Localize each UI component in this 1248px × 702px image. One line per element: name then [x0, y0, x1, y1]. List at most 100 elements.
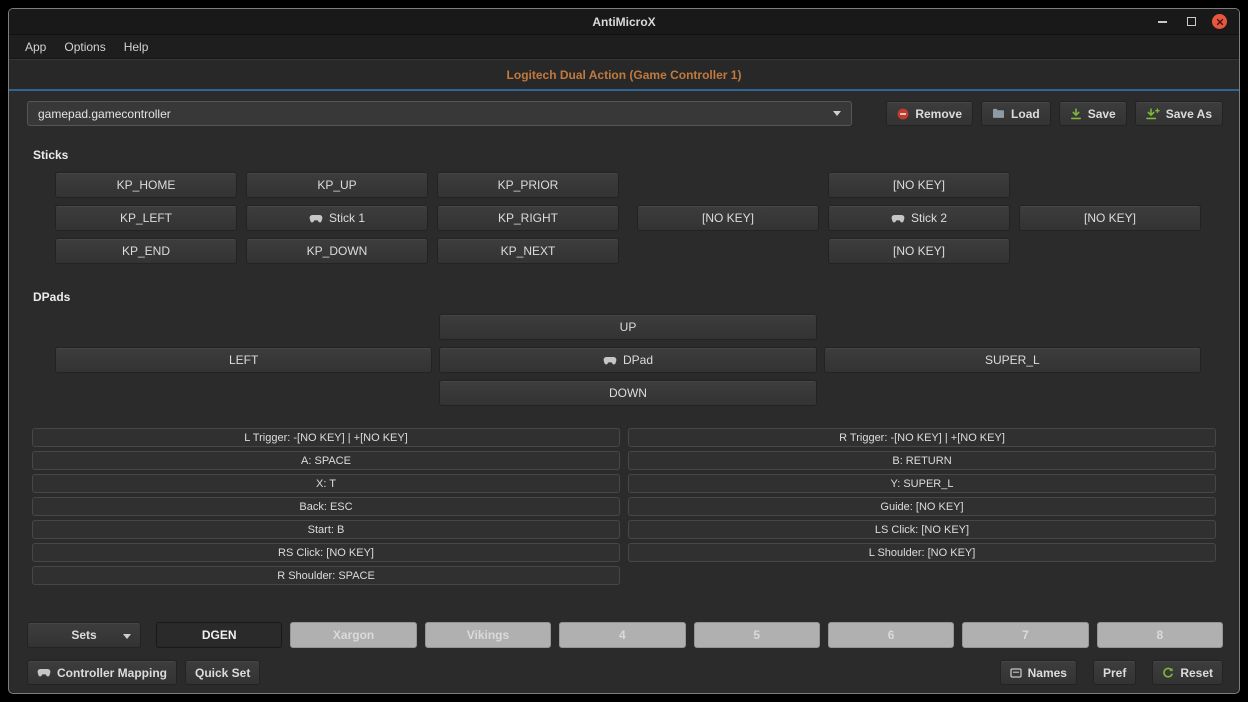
- stick1-down-left-button[interactable]: KP_END: [55, 238, 237, 264]
- button-mapping-list: L Trigger: -[NO KEY] | +[NO KEY] A: SPAC…: [9, 428, 1239, 585]
- titlebar[interactable]: AntiMicroX: [9, 9, 1239, 35]
- gamepad-icon: [37, 668, 51, 677]
- stick2-up-button[interactable]: [NO KEY]: [828, 172, 1010, 198]
- dpad-grid: UP LEFT DPad SUPER_L DOWN: [55, 314, 1201, 406]
- x-button[interactable]: X: T: [32, 474, 620, 493]
- remove-icon: [897, 108, 909, 120]
- stick1-up-right-button[interactable]: KP_PRIOR: [437, 172, 619, 198]
- l-trigger-button[interactable]: L Trigger: -[NO KEY] | +[NO KEY]: [32, 428, 620, 447]
- close-button[interactable]: [1212, 14, 1227, 29]
- ls-click-button[interactable]: LS Click: [NO KEY]: [628, 520, 1216, 539]
- profile-combobox[interactable]: gamepad.gamecontroller: [27, 101, 852, 126]
- chevron-down-icon: [123, 634, 131, 639]
- profile-combobox-value: gamepad.gamecontroller: [38, 107, 171, 121]
- sticks-grid: KP_HOME KP_UP KP_PRIOR [NO KEY] KP_LEFT …: [55, 172, 1201, 264]
- load-button-label: Load: [1011, 107, 1040, 121]
- chevron-down-icon: [833, 111, 841, 116]
- bottom-right-group: Names Pref Reset: [1000, 660, 1223, 685]
- a-button[interactable]: A: SPACE: [32, 451, 620, 470]
- maximize-icon: [1187, 17, 1196, 26]
- controller-mapping-label: Controller Mapping: [57, 666, 167, 680]
- dpad-button-label: DPad: [623, 353, 653, 367]
- b-button[interactable]: B: RETURN: [628, 451, 1216, 470]
- quick-set-label: Quick Set: [195, 666, 250, 680]
- folder-icon: [992, 108, 1005, 119]
- y-button[interactable]: Y: SUPER_L: [628, 474, 1216, 493]
- start-button[interactable]: Start: B: [32, 520, 620, 539]
- save-as-profile-button[interactable]: Save As: [1135, 101, 1223, 126]
- load-profile-button[interactable]: Load: [981, 101, 1051, 126]
- set-button-8[interactable]: 8: [1097, 622, 1223, 648]
- reset-button[interactable]: Reset: [1152, 660, 1223, 685]
- set-button-5[interactable]: 5: [694, 622, 820, 648]
- remove-profile-button[interactable]: Remove: [886, 101, 973, 126]
- l-shoulder-button[interactable]: L Shoulder: [NO KEY]: [628, 543, 1216, 562]
- controller-tab[interactable]: Logitech Dual Action (Game Controller 1): [507, 68, 742, 82]
- window-controls: [1154, 14, 1239, 30]
- save-as-icon: [1146, 108, 1160, 120]
- save-as-button-label: Save As: [1166, 107, 1212, 121]
- stick2-button[interactable]: Stick 2: [828, 205, 1010, 231]
- set-button-6[interactable]: 6: [828, 622, 954, 648]
- sets-dropdown-label: Sets: [71, 628, 96, 642]
- rs-click-button[interactable]: RS Click: [NO KEY]: [32, 543, 620, 562]
- stick2-button-label: Stick 2: [911, 211, 947, 225]
- r-shoulder-button[interactable]: R Shoulder: SPACE: [32, 566, 620, 585]
- close-icon: [1216, 18, 1224, 26]
- gamepad-icon: [891, 214, 905, 223]
- set-button-7[interactable]: 7: [962, 622, 1088, 648]
- menu-item-options[interactable]: Options: [56, 37, 113, 57]
- stick1-right-button[interactable]: KP_RIGHT: [437, 205, 619, 231]
- stick2-left-button[interactable]: [NO KEY]: [637, 205, 819, 231]
- stick1-up-left-button[interactable]: KP_HOME: [55, 172, 237, 198]
- controller-mapping-button[interactable]: Controller Mapping: [27, 660, 177, 685]
- quick-set-button[interactable]: Quick Set: [185, 660, 260, 685]
- save-button-label: Save: [1088, 107, 1116, 121]
- back-button[interactable]: Back: ESC: [32, 497, 620, 516]
- sets-row: Sets DGEN Xargon Vikings 4 5 6 7 8: [9, 622, 1239, 648]
- stick1-down-right-button[interactable]: KP_NEXT: [437, 238, 619, 264]
- menu-item-app[interactable]: App: [17, 37, 54, 57]
- stick1-down-button[interactable]: KP_DOWN: [246, 238, 428, 264]
- gamepad-icon: [309, 214, 323, 223]
- names-button[interactable]: Names: [1000, 660, 1077, 685]
- names-label: Names: [1028, 666, 1067, 680]
- minimize-button[interactable]: [1154, 14, 1170, 30]
- remove-button-label: Remove: [915, 107, 962, 121]
- app-window: AntiMicroX App Options Help Logitech Dua…: [8, 8, 1240, 694]
- stick1-button[interactable]: Stick 1: [246, 205, 428, 231]
- dpad-button[interactable]: DPad: [439, 347, 816, 373]
- stick1-left-button[interactable]: KP_LEFT: [55, 205, 237, 231]
- menu-item-help[interactable]: Help: [116, 37, 157, 57]
- dpad-down-button[interactable]: DOWN: [439, 380, 816, 406]
- set-button-xargon[interactable]: Xargon: [290, 622, 416, 648]
- window-title: AntiMicroX: [9, 15, 1239, 29]
- stick1-up-button[interactable]: KP_UP: [246, 172, 428, 198]
- set-button-vikings[interactable]: Vikings: [425, 622, 551, 648]
- sets-dropdown[interactable]: Sets: [27, 622, 141, 648]
- gamepad-icon: [603, 356, 617, 365]
- r-trigger-button[interactable]: R Trigger: -[NO KEY] | +[NO KEY]: [628, 428, 1216, 447]
- maximize-button[interactable]: [1183, 14, 1199, 30]
- dpad-up-button[interactable]: UP: [439, 314, 816, 340]
- button-mapping-left-column: L Trigger: -[NO KEY] | +[NO KEY] A: SPAC…: [32, 428, 620, 585]
- guide-button[interactable]: Guide: [NO KEY]: [628, 497, 1216, 516]
- save-profile-button[interactable]: Save: [1059, 101, 1127, 126]
- frame-icon: [1010, 668, 1022, 678]
- button-mapping-right-column: R Trigger: -[NO KEY] | +[NO KEY] B: RETU…: [628, 428, 1216, 585]
- minimize-icon: [1158, 21, 1167, 23]
- stick2-right-button[interactable]: [NO KEY]: [1019, 205, 1201, 231]
- stick2-down-button[interactable]: [NO KEY]: [828, 238, 1010, 264]
- reset-icon: [1162, 667, 1174, 679]
- reset-label: Reset: [1180, 666, 1213, 680]
- set-button-4[interactable]: 4: [559, 622, 685, 648]
- sticks-section-label: Sticks: [33, 148, 1239, 162]
- dpad-right-button[interactable]: SUPER_L: [824, 347, 1201, 373]
- bottom-toolbar: Controller Mapping Quick Set Names Pref …: [9, 660, 1239, 685]
- dpads-section-label: DPads: [33, 290, 1239, 304]
- pref-button[interactable]: Pref: [1093, 660, 1136, 685]
- desktop-background: { "window": { "title": "AntiMicroX" }, "…: [0, 0, 1248, 702]
- save-icon: [1070, 108, 1082, 120]
- set-button-dgen[interactable]: DGEN: [156, 622, 282, 648]
- dpad-left-button[interactable]: LEFT: [55, 347, 432, 373]
